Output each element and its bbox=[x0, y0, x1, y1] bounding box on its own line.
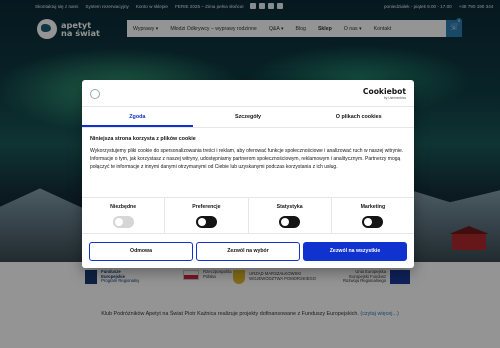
dialog-heading: Niniejsza strona korzysta z plików cooki… bbox=[90, 136, 196, 142]
toggle-statystyka[interactable] bbox=[279, 216, 301, 228]
toggle-niezbedne bbox=[112, 216, 134, 228]
cookie-consent-dialog: Cookiebot by Usercentrics Zgoda Szczegół… bbox=[82, 80, 414, 268]
toggle-group-preferencje: Preferencje bbox=[165, 198, 249, 233]
toggle-group-statystyka: Statystyka bbox=[249, 198, 332, 233]
deny-button[interactable]: Odmowa bbox=[89, 242, 193, 261]
toggle-group-niezbedne: Niezbędne bbox=[82, 198, 166, 233]
toggle-group-marketing: Marketing bbox=[332, 198, 414, 233]
consent-toggles: Niezbędne Preferencje Statystyka Marketi… bbox=[82, 197, 414, 233]
toggle-marketing[interactable] bbox=[362, 216, 384, 228]
dialog-description: Wykorzystujemy pliki cookie do spersonal… bbox=[90, 148, 404, 170]
dialog-body[interactable]: Niniejsza strona korzysta z plików cooki… bbox=[90, 136, 406, 184]
dialog-tabs: Zgoda Szczegóły O plikach cookies bbox=[82, 107, 414, 128]
cookiebot-logo: Cookiebot by Usercentrics bbox=[362, 87, 406, 100]
tab-szczegoly[interactable]: Szczegóły bbox=[193, 107, 304, 127]
tab-o-plikach-cookies[interactable]: O plikach cookies bbox=[303, 107, 414, 127]
tab-zgoda[interactable]: Zgoda bbox=[82, 107, 193, 127]
allow-all-button[interactable]: Zezwól na wszystkie bbox=[303, 242, 407, 261]
site-brand-icon bbox=[90, 89, 100, 99]
dialog-header: Cookiebot by Usercentrics bbox=[82, 80, 414, 107]
toggle-preferencje[interactable] bbox=[195, 216, 217, 228]
allow-selection-button[interactable]: Zezwól na wybór bbox=[196, 242, 300, 261]
dialog-buttons: Odmowa Zezwól na wybór Zezwól na wszystk… bbox=[82, 233, 414, 268]
